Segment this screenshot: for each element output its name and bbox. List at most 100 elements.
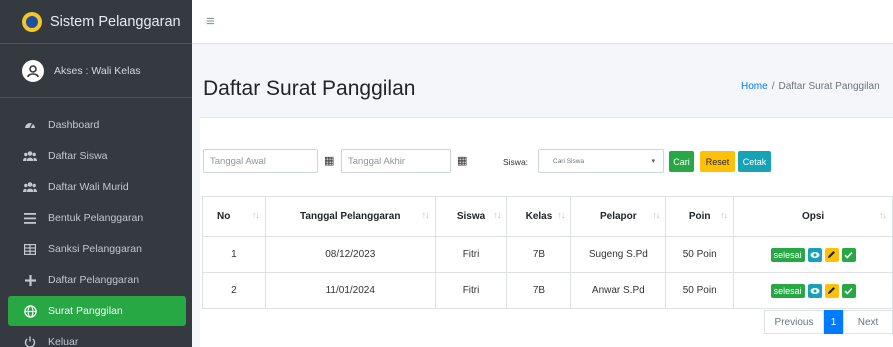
globe-icon bbox=[22, 304, 38, 318]
table-header-row: No ↑↓ Tanggal Pelanggaran ↑↓ Siswa ↑↓ Kelas… bbox=[202, 196, 893, 237]
start-date-input[interactable]: Tanggal Awal bbox=[203, 149, 318, 173]
siswa-select-value: Cari Siswa bbox=[553, 157, 585, 165]
sidebar-item-daftar-wali-murid[interactable]: Daftar Wali Murid bbox=[8, 172, 186, 202]
check-icon bbox=[844, 251, 853, 259]
brand-title: Sistem Pelanggaran bbox=[50, 13, 181, 30]
cell-siswa: Fitri bbox=[434, 236, 508, 273]
sidebar-item-label: Daftar Pelanggaran bbox=[48, 274, 140, 286]
pencil-icon bbox=[828, 287, 836, 294]
school-logo-icon bbox=[22, 11, 42, 32]
cell-pelapor: Anwar S.Pd bbox=[570, 272, 667, 309]
breadcrumb: Home / Daftar Surat Panggilan bbox=[741, 81, 880, 92]
search-button[interactable]: Cari bbox=[669, 151, 694, 172]
siswa-label: Siswa: bbox=[503, 157, 529, 167]
eye-icon bbox=[810, 251, 820, 258]
edit-button[interactable] bbox=[824, 283, 839, 298]
sidebar-item-label: Sanksi Pelanggaran bbox=[48, 243, 142, 255]
sidebar-item-keluar[interactable]: Keluar bbox=[8, 327, 186, 347]
sidebar-item-bentuk-pelanggaran[interactable]: Bentuk Pelanggaran bbox=[8, 203, 186, 233]
power-icon bbox=[22, 336, 38, 347]
table-icon bbox=[22, 243, 38, 255]
column-header-tanggal[interactable]: Tanggal Pelanggaran ↑↓ bbox=[264, 196, 436, 237]
calendar-icon[interactable]: ▦ bbox=[324, 154, 334, 167]
top-navbar: ≡ bbox=[192, 0, 893, 44]
brand-link[interactable]: Sistem Pelanggaran bbox=[0, 0, 192, 44]
sort-icon: ↑↓ bbox=[493, 210, 501, 220]
column-header-opsi[interactable]: Opsi ↑↓ bbox=[733, 196, 893, 237]
column-header-pelapor[interactable]: Pelapor ↑↓ bbox=[570, 196, 667, 237]
users-icon bbox=[22, 150, 38, 162]
sort-icon: ↑↓ bbox=[720, 210, 728, 220]
status-badge: selesai bbox=[770, 283, 805, 298]
view-button[interactable] bbox=[807, 247, 822, 262]
cell-tanggal: 08/12/2023 bbox=[264, 236, 436, 273]
user-panel[interactable]: Akses : Wali Kelas bbox=[0, 44, 192, 98]
header-label: Siswa bbox=[456, 211, 486, 222]
sidebar-item-label: Daftar Wali Murid bbox=[48, 181, 129, 193]
chevron-down-icon: ▾ bbox=[651, 158, 655, 165]
header-label: Pelapor bbox=[599, 211, 637, 222]
column-header-kelas[interactable]: Kelas ↑↓ bbox=[506, 196, 572, 237]
cell-no: 1 bbox=[202, 236, 266, 273]
table-row: 2 11/01/2024 Fitri 7B Anwar S.Pd 50 Poin… bbox=[202, 272, 893, 309]
sidebar-item-label: Dashboard bbox=[48, 119, 100, 131]
pagination-previous[interactable]: Previous bbox=[764, 310, 824, 334]
column-header-poin[interactable]: Poin ↑↓ bbox=[665, 196, 735, 237]
cell-siswa: Fitri bbox=[434, 272, 508, 309]
sidebar-item-surat-panggilan[interactable]: Surat Panggilan bbox=[8, 296, 186, 326]
pagination-next[interactable]: Next bbox=[843, 310, 893, 334]
approve-button[interactable] bbox=[841, 247, 856, 262]
menu-toggle-icon[interactable]: ≡ bbox=[206, 14, 215, 29]
header-label: Opsi bbox=[801, 211, 825, 222]
view-button[interactable] bbox=[807, 283, 822, 298]
start-date-placeholder: Tanggal Awal bbox=[210, 155, 266, 167]
end-date-input[interactable]: Tanggal Akhir bbox=[341, 149, 451, 173]
sidebar-item-label: Bentuk Pelanggaran bbox=[48, 212, 144, 224]
tachometer-icon bbox=[22, 119, 38, 131]
pencil-icon bbox=[828, 251, 836, 258]
eye-icon bbox=[810, 287, 820, 294]
sidebar-item-daftar-siswa[interactable]: Daftar Siswa bbox=[8, 141, 186, 171]
calendar-icon[interactable]: ▦ bbox=[457, 154, 467, 167]
sort-icon: ↑↓ bbox=[557, 210, 565, 220]
plus-icon bbox=[22, 274, 38, 286]
cell-kelas: 7B bbox=[506, 272, 572, 309]
breadcrumb-separator: / bbox=[771, 81, 775, 92]
cell-opsi: selesai bbox=[733, 236, 893, 273]
cell-no: 2 bbox=[202, 272, 266, 309]
user-avatar-icon bbox=[22, 59, 44, 82]
column-header-siswa[interactable]: Siswa ↑↓ bbox=[434, 196, 508, 237]
sidebar-item-sanksi-pelanggaran[interactable]: Sanksi Pelanggaran bbox=[8, 234, 186, 264]
sidebar-item-daftar-pelanggaran[interactable]: Daftar Pelanggaran bbox=[8, 265, 186, 295]
table-row: 1 08/12/2023 Fitri 7B Sugeng S.Pd 50 Poi… bbox=[202, 236, 893, 273]
header-label: Tanggal Pelanggaran bbox=[300, 211, 401, 222]
approve-button[interactable] bbox=[841, 283, 856, 298]
header-label: Kelas bbox=[525, 211, 553, 222]
surat-panggilan-table: No ↑↓ Tanggal Pelanggaran ↑↓ Siswa ↑↓ Kelas… bbox=[202, 196, 893, 309]
siswa-select[interactable]: Cari Siswa ▾ bbox=[538, 149, 664, 173]
page-title: Daftar Surat Panggilan bbox=[203, 77, 416, 100]
cell-opsi: selesai bbox=[733, 272, 893, 309]
cell-tanggal: 11/01/2024 bbox=[264, 272, 436, 309]
list-icon bbox=[22, 212, 38, 224]
sort-icon: ↑↓ bbox=[251, 210, 260, 220]
cell-kelas: 7B bbox=[506, 236, 572, 273]
sidebar-menu: Dashboard Daftar Siswa Daftar Wali Murid… bbox=[0, 98, 192, 347]
header-label: No bbox=[217, 211, 231, 222]
sort-icon: ↑↓ bbox=[652, 210, 660, 220]
end-date-placeholder: Tanggal Akhir bbox=[348, 155, 406, 167]
status-badge: selesai bbox=[770, 247, 805, 262]
sort-icon: ↑↓ bbox=[421, 210, 430, 220]
breadcrumb-home-link[interactable]: Home bbox=[741, 81, 768, 92]
edit-button[interactable] bbox=[824, 247, 839, 262]
sidebar-item-label: Keluar bbox=[48, 336, 79, 347]
sidebar-item-dashboard[interactable]: Dashboard bbox=[8, 110, 186, 140]
pagination-page-1[interactable]: 1 bbox=[824, 310, 843, 334]
column-header-no[interactable]: No ↑↓ bbox=[202, 196, 266, 237]
sidebar: Sistem Pelanggaran Akses : Wali Kelas Da… bbox=[0, 0, 192, 347]
breadcrumb-current: Daftar Surat Panggilan bbox=[778, 81, 880, 92]
cell-poin: 50 Poin bbox=[665, 272, 735, 309]
reset-button[interactable]: Reset bbox=[700, 151, 735, 172]
cell-poin: 50 Poin bbox=[665, 236, 735, 273]
print-button[interactable]: Cetak bbox=[738, 151, 771, 172]
